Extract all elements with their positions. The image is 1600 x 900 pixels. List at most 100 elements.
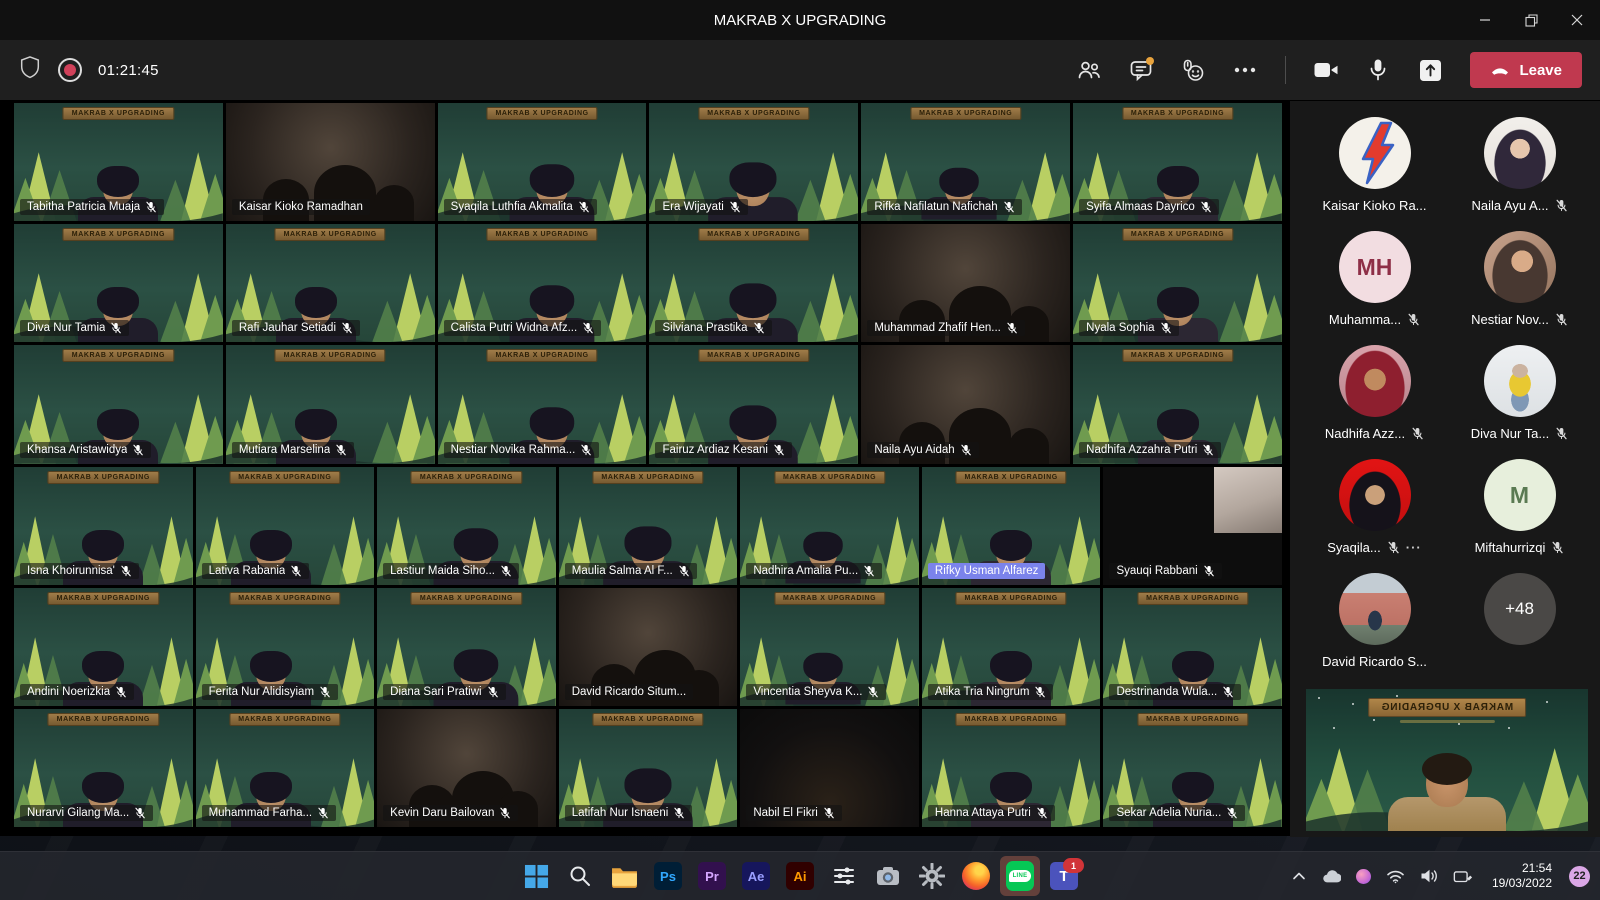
tray-onedrive-button[interactable] <box>1319 867 1343 886</box>
participant-name-label: Diva Nur Tamia <box>20 320 129 336</box>
participant-tile[interactable]: MAKRAB X UPGRADINGRifky Usman Alfarez <box>922 467 1101 585</box>
taskbar-illustrator[interactable]: Ai <box>780 856 820 896</box>
tray-volume-button[interactable] <box>1418 866 1440 886</box>
participant-tile[interactable]: MAKRAB X UPGRADINGKhansa Aristawidya <box>14 345 223 463</box>
taskbar-clock[interactable]: 21:54 19/03/2022 <box>1486 860 1558 892</box>
taskbar-photoshop[interactable]: Ps <box>648 856 688 896</box>
chevron-up-icon <box>1292 871 1306 881</box>
mic-off-icon <box>500 565 512 577</box>
roster-participant[interactable]: Syaqila...··· <box>1306 459 1443 555</box>
participant-tile[interactable]: MAKRAB X UPGRADINGSekar Adelia Nuria... <box>1103 709 1282 827</box>
participant-more-icon[interactable]: ··· <box>1406 540 1422 555</box>
chat-button[interactable] <box>1119 50 1163 90</box>
taskbar-firefox[interactable] <box>956 856 996 896</box>
participant-tile[interactable]: MAKRAB X UPGRADINGDiva Nur Tamia <box>14 224 223 342</box>
taskbar-search[interactable] <box>560 856 600 896</box>
participant-tile[interactable]: MAKRAB X UPGRADINGRifka Nafilatun Nafich… <box>861 103 1070 221</box>
participant-tile[interactable]: MAKRAB X UPGRADINGNadhira Amalia Pu... <box>740 467 919 585</box>
participant-tile[interactable]: David Ricardo Situm... <box>559 588 738 706</box>
participant-tile[interactable]: MAKRAB X UPGRADINGNadhifa Azzahra Putri <box>1073 345 1282 463</box>
mic-off-icon <box>120 565 132 577</box>
participant-tile[interactable]: MAKRAB X UPGRADINGAndini Noerizkia <box>14 588 193 706</box>
self-view-tile[interactable]: MAKRAB X UPGRADING <box>1306 689 1588 831</box>
roster-participant[interactable]: MHMuhamma... <box>1306 231 1443 327</box>
mic-off-icon <box>729 201 741 213</box>
mic-off-icon <box>1222 686 1234 698</box>
participant-tile[interactable]: MAKRAB X UPGRADINGSyaqila Luthfia Akmali… <box>438 103 647 221</box>
participant-tile[interactable]: MAKRAB X UPGRADINGTabitha Patricia Muaja <box>14 103 223 221</box>
participant-tile[interactable]: MAKRAB X UPGRADINGMuhammad Farha... <box>196 709 375 827</box>
mic-toggle-button[interactable] <box>1356 50 1400 90</box>
taskbar-after-effects[interactable]: Ae <box>736 856 776 896</box>
participant-tile[interactable]: Naila Ayu Aidah <box>861 345 1070 463</box>
tile-banner: MAKRAB X UPGRADING <box>956 471 1067 484</box>
participants-button[interactable] <box>1067 50 1111 90</box>
participant-tile[interactable]: MAKRAB X UPGRADINGDiana Sari Pratiwi <box>377 588 556 706</box>
restore-button[interactable] <box>1508 0 1554 40</box>
participant-tile[interactable]: MAKRAB X UPGRADINGMaulia Salma Al F... <box>559 467 738 585</box>
notification-count-badge[interactable]: 22 <box>1569 866 1590 887</box>
roster-participant[interactable]: David Ricardo S... <box>1306 573 1443 669</box>
participant-tile[interactable]: Kevin Daru Bailovan <box>377 709 556 827</box>
participant-tile[interactable]: MAKRAB X UPGRADINGCalista Putri Widna Af… <box>438 224 647 342</box>
participant-tile[interactable]: MAKRAB X UPGRADINGEra Wijayati <box>649 103 858 221</box>
roster-participant-name: Miftahurrizqi <box>1475 540 1565 555</box>
taskbar-settings[interactable] <box>912 856 952 896</box>
roster-participant[interactable]: Naila Ayu A... <box>1451 117 1588 213</box>
roster-participant[interactable]: +48 <box>1451 573 1588 669</box>
participant-tile[interactable]: MAKRAB X UPGRADINGDestrinanda Wula... <box>1103 588 1282 706</box>
tray-expand-button[interactable] <box>1290 869 1308 883</box>
participant-tile[interactable]: Kaisar Kioko Ramadhan <box>226 103 435 221</box>
participant-name-label: Nabil El Fikri <box>746 805 842 821</box>
taskbar-file-explorer[interactable] <box>604 856 644 896</box>
roster-participant-name: Naila Ayu A... <box>1471 198 1567 213</box>
leave-button[interactable]: Leave <box>1470 52 1582 88</box>
participant-tile[interactable]: MAKRAB X UPGRADINGSyifa Almaas Dayrico <box>1073 103 1282 221</box>
tray-wifi-button[interactable] <box>1384 867 1407 886</box>
people-icon <box>1076 58 1102 82</box>
taskbar-volume-mixer[interactable] <box>824 856 864 896</box>
participant-tile[interactable]: MAKRAB X UPGRADINGFerita Nur Alidisyiam <box>196 588 375 706</box>
participant-tile[interactable]: Syauqi Rabbani <box>1103 467 1282 585</box>
participant-tile[interactable]: MAKRAB X UPGRADINGSilviana Prastika <box>649 224 858 342</box>
tile-banner: MAKRAB X UPGRADING <box>592 471 703 484</box>
roster-participant[interactable]: Diva Nur Ta... <box>1451 345 1588 441</box>
close-button[interactable] <box>1554 0 1600 40</box>
taskbar-start[interactable] <box>516 856 556 896</box>
participant-tile[interactable]: MAKRAB X UPGRADINGRafi Jauhar Setiadi <box>226 224 435 342</box>
participant-tile[interactable]: MAKRAB X UPGRADINGLastiur Maida Siho... <box>377 467 556 585</box>
participant-tile[interactable]: MAKRAB X UPGRADINGHanna Attaya Putri <box>922 709 1101 827</box>
meeting-timer: 01:21:45 <box>98 62 159 79</box>
roster-participant[interactable]: Kaisar Kioko Ra... <box>1306 117 1443 213</box>
minimize-button[interactable] <box>1462 0 1508 40</box>
taskbar-premiere[interactable]: Pr <box>692 856 732 896</box>
participant-tile[interactable]: MAKRAB X UPGRADINGNurarvi Gilang Ma... <box>14 709 193 827</box>
tray-app-button[interactable] <box>1354 867 1373 886</box>
tile-banner: MAKRAB X UPGRADING <box>592 713 703 726</box>
participant-tile[interactable]: Nabil El Fikri <box>740 709 919 827</box>
participant-tile[interactable]: MAKRAB X UPGRADINGFairuz Ardiaz Kesani <box>649 345 858 463</box>
roster-participant[interactable]: MMiftahurrizqi <box>1451 459 1588 555</box>
tile-banner: MAKRAB X UPGRADING <box>48 713 159 726</box>
participant-tile[interactable]: MAKRAB X UPGRADINGNestiar Novika Rahma..… <box>438 345 647 463</box>
participant-tile[interactable]: Muhammad Zhafif Hen... <box>861 224 1070 342</box>
participant-tile[interactable]: MAKRAB X UPGRADINGLativa Rabania <box>196 467 375 585</box>
taskbar-camera[interactable] <box>868 856 908 896</box>
roster-participant[interactable]: Nestiar Nov... <box>1451 231 1588 327</box>
participant-tile[interactable]: MAKRAB X UPGRADINGLatifah Nur Isnaeni <box>559 709 738 827</box>
more-options-button[interactable] <box>1223 50 1267 90</box>
mic-off-icon <box>1407 313 1420 326</box>
participant-tile[interactable]: MAKRAB X UPGRADINGVincentia Sheyva K... <box>740 588 919 706</box>
share-screen-button[interactable] <box>1408 50 1452 90</box>
roster-participant[interactable]: Nadhifa Azz... <box>1306 345 1443 441</box>
taskbar-teams[interactable]: T1 <box>1044 856 1084 896</box>
reactions-button[interactable] <box>1171 50 1215 90</box>
camera-toggle-button[interactable] <box>1304 50 1348 90</box>
participant-tile[interactable]: MAKRAB X UPGRADINGNyala Sophia <box>1073 224 1282 342</box>
taskbar-line[interactable]: LINE <box>1000 856 1040 896</box>
participant-tile[interactable]: MAKRAB X UPGRADINGAtika Tria Ningrum <box>922 588 1101 706</box>
tray-pen-button[interactable] <box>1451 867 1475 886</box>
avatar <box>1339 459 1411 531</box>
participant-tile[interactable]: MAKRAB X UPGRADINGMutiara Marselina <box>226 345 435 463</box>
participant-tile[interactable]: MAKRAB X UPGRADINGIsna Khoirunnisa' <box>14 467 193 585</box>
